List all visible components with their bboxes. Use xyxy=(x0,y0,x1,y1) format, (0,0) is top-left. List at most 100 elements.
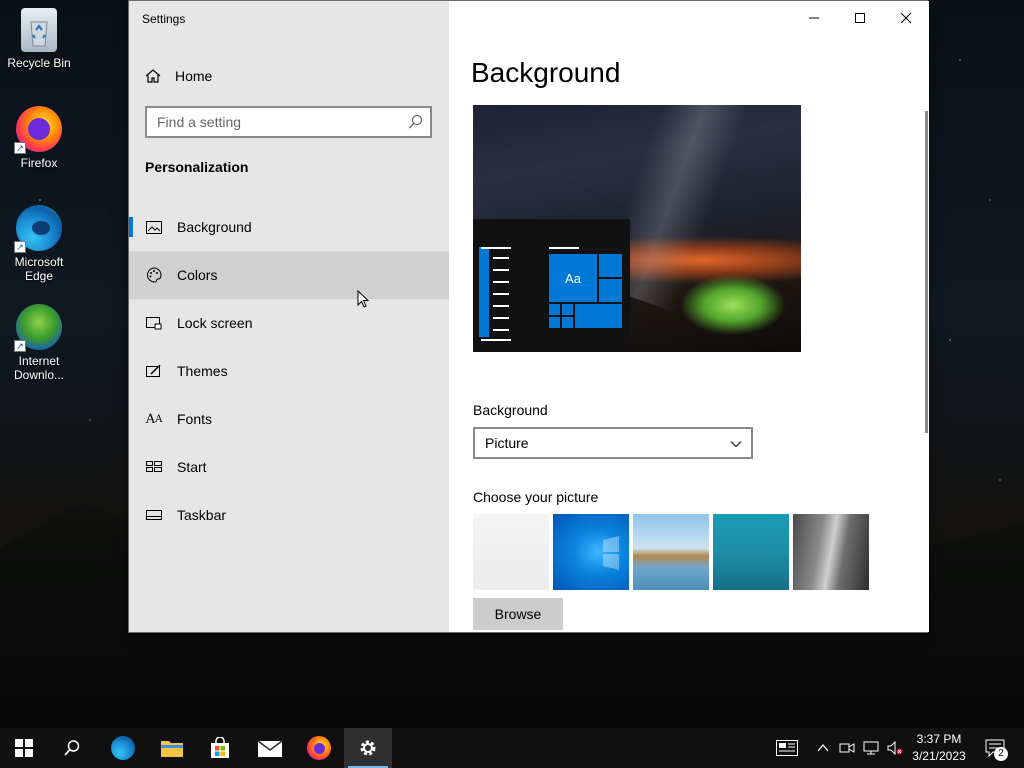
network-icon xyxy=(863,741,879,755)
sidebar-item-taskbar[interactable]: Taskbar xyxy=(129,491,449,539)
background-type-select[interactable]: Picture xyxy=(473,427,753,459)
show-hidden-icons-button[interactable] xyxy=(812,728,834,768)
minimize-button[interactable] xyxy=(791,1,837,35)
sidebar-item-label: Fonts xyxy=(177,411,213,427)
scrollbar[interactable] xyxy=(925,111,928,433)
action-center-button[interactable]: 2 xyxy=(980,728,1010,768)
news-icon xyxy=(776,740,798,756)
desktop-icon-recycle-bin[interactable]: Recycle Bin xyxy=(4,8,74,70)
close-icon xyxy=(900,12,912,24)
picture-thumbnail-beach[interactable] xyxy=(633,514,709,590)
page-title: Background xyxy=(471,57,621,88)
lock-screen-icon xyxy=(145,315,163,331)
search-placeholder: Find a setting xyxy=(157,114,242,130)
minimize-icon xyxy=(809,17,819,19)
chevron-up-icon xyxy=(817,743,829,752)
search-input[interactable]: Find a setting xyxy=(145,106,432,138)
taskbar-mail[interactable] xyxy=(246,728,294,768)
close-button[interactable] xyxy=(883,1,929,35)
sidebar-item-label: Taskbar xyxy=(177,507,227,523)
maximize-icon xyxy=(855,13,865,23)
sidebar-item-lock-screen[interactable]: Lock screen xyxy=(129,299,449,347)
start-button[interactable] xyxy=(0,728,48,768)
taskbar-icon xyxy=(145,507,163,523)
desktop-icon-label: Internet Downlo... xyxy=(13,354,65,382)
clock-date: 3/21/2023 xyxy=(912,749,966,763)
sidebar-item-label: Start xyxy=(177,459,207,475)
volume-muted-icon xyxy=(887,741,903,755)
sidebar-item-label: Themes xyxy=(177,363,228,379)
recycle-bin-icon xyxy=(21,8,57,52)
home-link[interactable]: Home xyxy=(145,65,212,87)
search-button[interactable] xyxy=(48,728,96,768)
taskbar-store[interactable] xyxy=(196,728,244,768)
palette-icon xyxy=(145,267,163,283)
clock-time: 3:37 PM xyxy=(916,732,962,746)
mail-icon xyxy=(258,740,282,757)
settings-window: Home Find a setting Personalization Back… xyxy=(128,0,929,633)
settings-gear-icon xyxy=(360,740,376,756)
taskbar-edge[interactable] xyxy=(99,728,147,768)
search-icon xyxy=(408,114,423,129)
notification-count-badge: 2 xyxy=(994,747,1008,761)
internet-download-manager-icon: ↗ xyxy=(14,304,62,352)
desktop-icon-idm[interactable]: ↗ Internet Downlo... xyxy=(4,304,74,382)
desktop-icon-firefox[interactable]: ↗ Firefox xyxy=(4,106,74,170)
picture-thumbnail-underwater[interactable] xyxy=(713,514,789,590)
content-pane: Background Aa Background Picture Choose … xyxy=(449,1,929,632)
themes-icon xyxy=(145,363,163,379)
sidebar-item-colors[interactable]: Colors xyxy=(129,251,449,299)
maximize-button[interactable] xyxy=(837,1,883,35)
firefox-icon xyxy=(307,736,331,760)
desktop-icon-edge[interactable]: ↗ Microsoft Edge xyxy=(4,205,74,283)
sidebar: Home Find a setting Personalization Back… xyxy=(129,1,449,632)
firefox-icon: ↗ xyxy=(14,106,62,154)
picture-thumbnail-rock[interactable] xyxy=(793,514,869,590)
windows-logo-icon xyxy=(603,536,619,570)
desktop-icon-label: Microsoft Edge xyxy=(14,255,64,283)
background-label: Background xyxy=(473,402,548,418)
background-preview: Aa xyxy=(473,105,801,352)
news-widget-button[interactable] xyxy=(772,728,802,768)
home-icon xyxy=(145,69,161,83)
shortcut-arrow-icon: ↗ xyxy=(14,142,26,154)
tray-network[interactable] xyxy=(860,728,882,768)
choose-picture-label: Choose your picture xyxy=(473,489,599,505)
browse-button[interactable]: Browse xyxy=(473,598,563,630)
tray-volume-muted[interactable] xyxy=(884,728,906,768)
window-title: Settings xyxy=(142,12,186,26)
taskbar: 3:37 PM 3/21/2023 2 xyxy=(0,728,1024,768)
start-icon xyxy=(145,459,163,475)
sidebar-item-start[interactable]: Start xyxy=(129,443,449,491)
search-icon xyxy=(64,740,80,756)
sidebar-item-themes[interactable]: Themes xyxy=(129,347,449,395)
taskbar-clock[interactable]: 3:37 PM 3/21/2023 xyxy=(904,731,974,765)
taskbar-settings[interactable] xyxy=(344,728,392,768)
desktop-icon-label: Recycle Bin xyxy=(7,56,71,70)
image-icon xyxy=(145,219,163,235)
fonts-icon: AA xyxy=(145,411,163,427)
picture-thumbnail-blank[interactable] xyxy=(473,514,549,590)
picture-thumbnail-windows[interactable] xyxy=(553,514,629,590)
chevron-down-icon xyxy=(730,441,742,448)
section-title: Personalization xyxy=(145,159,249,175)
store-icon xyxy=(211,737,229,758)
shortcut-arrow-icon: ↗ xyxy=(14,340,26,352)
taskbar-file-explorer[interactable] xyxy=(148,728,196,768)
desktop-icon-label: Firefox xyxy=(20,156,58,170)
file-explorer-icon xyxy=(161,741,183,757)
mouse-cursor-icon xyxy=(357,290,369,308)
sidebar-item-label: Lock screen xyxy=(177,315,253,331)
preview-column xyxy=(479,247,489,337)
taskbar-firefox[interactable] xyxy=(295,728,343,768)
sidebar-item-background[interactable]: Background xyxy=(129,203,449,251)
sidebar-item-fonts[interactable]: AA Fonts xyxy=(129,395,449,443)
sidebar-item-label: Colors xyxy=(177,267,218,283)
background-type-value: Picture xyxy=(485,435,529,451)
home-label: Home xyxy=(175,68,213,84)
edge-icon xyxy=(111,736,135,760)
windows-start-icon xyxy=(15,739,33,757)
tray-meet-now[interactable] xyxy=(836,728,858,768)
sidebar-item-label: Background xyxy=(177,219,252,235)
shortcut-arrow-icon: ↗ xyxy=(14,241,26,253)
